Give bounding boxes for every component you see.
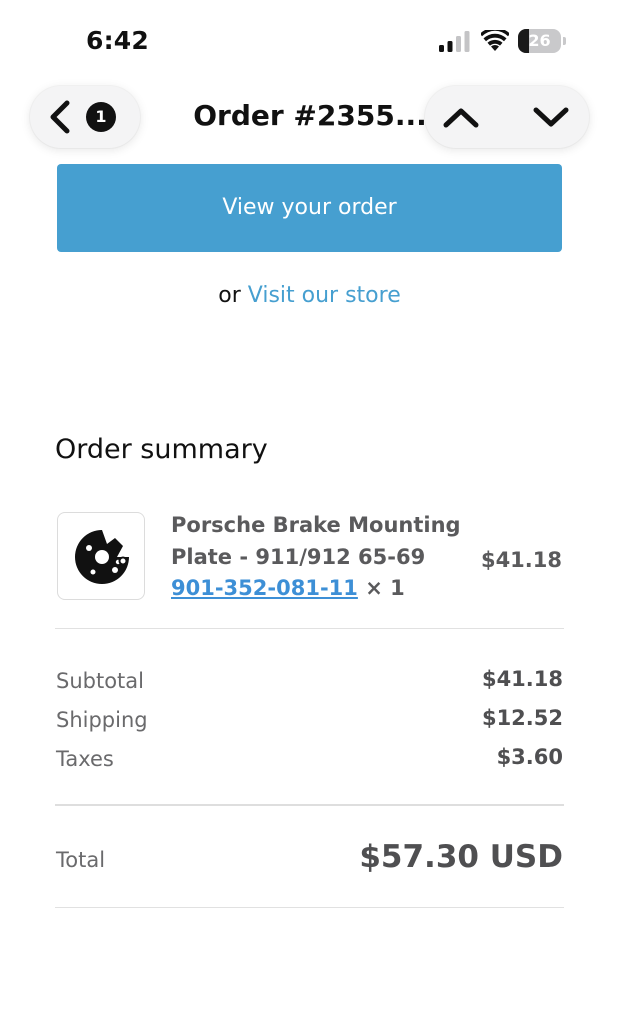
order-navigation-control bbox=[425, 86, 589, 148]
visit-store-line: or Visit our store bbox=[0, 281, 619, 311]
wifi-icon bbox=[481, 30, 509, 51]
view-order-button[interactable]: View your order bbox=[57, 164, 562, 252]
total-value: $57.30 USD bbox=[359, 839, 563, 875]
battery-icon: 26 bbox=[518, 29, 566, 53]
chevron-up-icon[interactable] bbox=[442, 103, 480, 131]
item-quantity: × 1 bbox=[365, 576, 405, 600]
total-label: Total bbox=[56, 848, 106, 872]
taxes-value: $3.60 bbox=[496, 745, 563, 769]
chevron-down-icon[interactable] bbox=[532, 103, 570, 131]
chevron-left-icon bbox=[50, 100, 70, 134]
divider bbox=[55, 628, 564, 629]
subtotal-value: $41.18 bbox=[481, 667, 563, 691]
subtotal-label: Subtotal bbox=[56, 669, 144, 693]
back-count-badge: 1 bbox=[86, 102, 116, 132]
item-name: Porsche Brake Mounting Plate - 911/912 6… bbox=[171, 513, 461, 569]
divider bbox=[55, 804, 564, 806]
shipping-label: Shipping bbox=[56, 708, 148, 732]
item-price: $41.18 bbox=[480, 548, 562, 572]
status-time: 6:42 bbox=[86, 26, 149, 55]
cellular-signal-icon bbox=[439, 31, 470, 52]
or-text: or bbox=[218, 283, 241, 308]
battery-level: 26 bbox=[528, 31, 551, 50]
shipping-value: $12.52 bbox=[481, 706, 563, 730]
visit-store-link[interactable]: Visit our store bbox=[248, 283, 401, 308]
item-meta: 901-352-081-11 × 1 bbox=[171, 573, 405, 603]
product-thumbnail bbox=[57, 512, 145, 600]
taxes-label: Taxes bbox=[56, 747, 114, 771]
item-sku-link[interactable]: 901-352-081-11 bbox=[171, 576, 358, 600]
order-summary-heading: Order summary bbox=[55, 434, 268, 465]
back-button[interactable]: 1 bbox=[30, 86, 140, 148]
divider bbox=[55, 907, 564, 908]
page-title: Order #2355... bbox=[193, 99, 427, 132]
brake-plate-product-image bbox=[75, 530, 129, 584]
